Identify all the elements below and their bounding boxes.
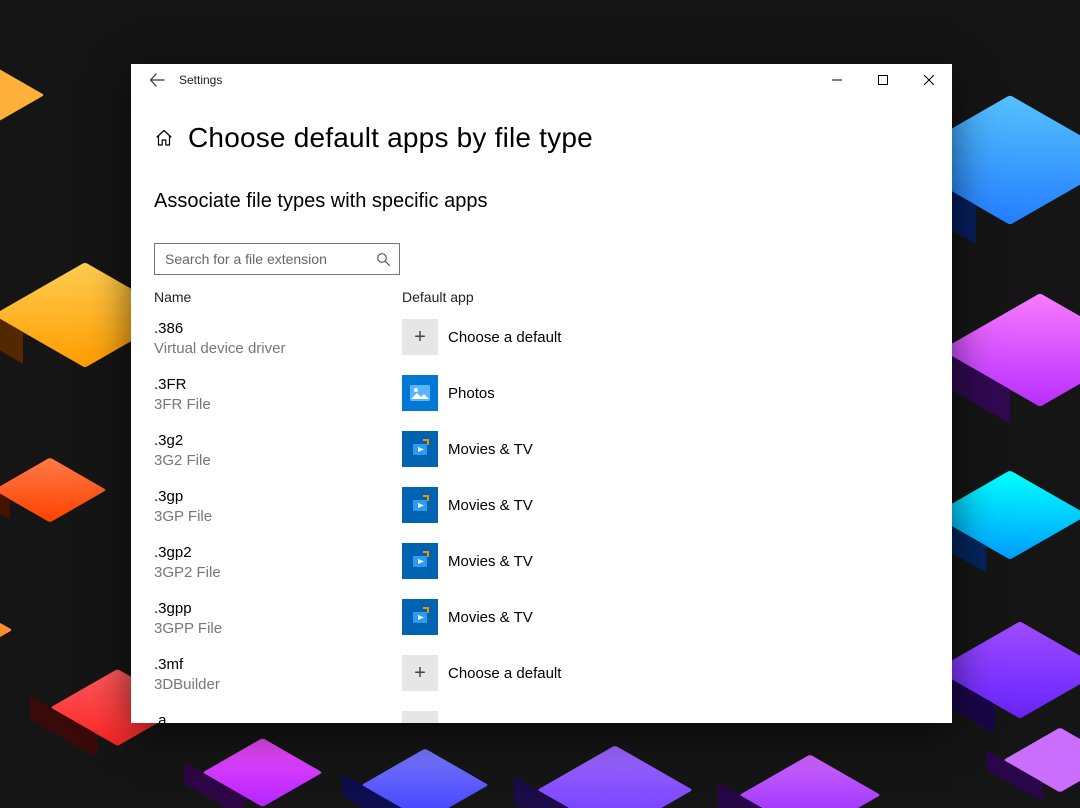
file-extension: .3gp — [154, 487, 402, 507]
default-app-button[interactable]: Movies & TV — [402, 543, 533, 579]
minimize-icon — [832, 75, 842, 85]
settings-window: Settings Choose default apps by file typ… — [131, 64, 952, 723]
column-name-header: Name — [154, 289, 402, 305]
default-app-label: Choose a default — [448, 721, 561, 724]
search-input[interactable] — [165, 251, 376, 267]
default-app-button[interactable]: + Choose a default — [402, 655, 561, 691]
default-app-label: Movies & TV — [448, 609, 533, 626]
file-type-cell: .3gpp3GPP File — [154, 599, 402, 639]
movies-tv-app-icon — [402, 599, 438, 635]
file-extension: .3FR — [154, 375, 402, 395]
movies-tv-app-icon — [402, 431, 438, 467]
file-type-row: .3gp3GP File Movies & TV — [154, 483, 929, 539]
default-app-button[interactable]: Movies & TV — [402, 599, 533, 635]
columns-header: Name Default app — [154, 289, 929, 305]
file-type-description: 3GPP File — [154, 619, 402, 639]
default-app-label: Choose a default — [448, 329, 561, 346]
file-type-cell: .3g23G2 File — [154, 431, 402, 471]
maximize-icon — [878, 75, 888, 85]
close-button[interactable] — [906, 64, 952, 96]
file-type-cell: .386Virtual device driver — [154, 319, 402, 359]
file-type-cell: .3FR3FR File — [154, 375, 402, 415]
page-title: Choose default apps by file type — [188, 122, 593, 154]
file-type-description: Virtual device driver — [154, 339, 402, 359]
default-app-button[interactable]: + Choose a default — [402, 711, 561, 723]
photos-app-icon — [402, 375, 438, 411]
default-app-button[interactable]: Movies & TV — [402, 487, 533, 523]
plus-icon: + — [402, 711, 438, 723]
plus-icon: + — [402, 655, 438, 691]
default-app-label: Movies & TV — [448, 553, 533, 570]
file-type-cell: .3mf3DBuilder — [154, 655, 402, 695]
file-extension: .386 — [154, 319, 402, 339]
file-extension: .3g2 — [154, 431, 402, 451]
file-type-row: .3mf3DBuilder+ Choose a default — [154, 651, 929, 707]
search-box[interactable] — [154, 243, 400, 275]
file-type-row: .3gpp3GPP File Movies & TV — [154, 595, 929, 651]
window-title: Settings — [179, 73, 222, 87]
default-app-label: Choose a default — [448, 665, 561, 682]
home-icon — [155, 129, 173, 147]
movies-tv-app-icon — [402, 543, 438, 579]
file-type-description: 3GP File — [154, 507, 402, 527]
file-type-row: .386Virtual device driver+ Choose a defau… — [154, 315, 929, 371]
file-type-cell: .3gp3GP File — [154, 487, 402, 527]
default-app-label: Photos — [448, 385, 495, 402]
plus-icon: + — [402, 319, 438, 355]
file-type-description: 3DBuilder — [154, 675, 402, 695]
minimize-button[interactable] — [814, 64, 860, 96]
file-type-cell: .aA File — [154, 711, 402, 723]
file-type-row: .3FR3FR File Photos — [154, 371, 929, 427]
section-title: Associate file types with specific apps — [154, 190, 929, 213]
default-app-label: Movies & TV — [448, 497, 533, 514]
default-app-button[interactable]: + Choose a default — [402, 319, 561, 355]
default-app-button[interactable]: Movies & TV — [402, 431, 533, 467]
file-type-row: .3gp23GP2 File Movies & TV — [154, 539, 929, 595]
file-type-cell: .3gp23GP2 File — [154, 543, 402, 583]
file-type-description: 3G2 File — [154, 451, 402, 471]
movies-tv-app-icon — [402, 487, 438, 523]
file-type-description: 3FR File — [154, 395, 402, 415]
default-app-button[interactable]: Photos — [402, 375, 495, 411]
column-default-app-header: Default app — [402, 289, 929, 305]
close-icon — [924, 75, 934, 85]
maximize-button[interactable] — [860, 64, 906, 96]
file-extension: .3gp2 — [154, 543, 402, 563]
home-button[interactable] — [154, 128, 174, 148]
titlebar: Settings — [131, 64, 952, 96]
file-extension: .3gpp — [154, 599, 402, 619]
file-extension: .a — [154, 711, 402, 723]
file-type-row: .aA File+ Choose a default — [154, 707, 929, 723]
default-app-label: Movies & TV — [448, 441, 533, 458]
arrow-left-icon — [149, 72, 165, 88]
search-icon — [376, 252, 391, 267]
file-extension: .3mf — [154, 655, 402, 675]
file-type-row: .3g23G2 File Movies & TV — [154, 427, 929, 483]
content-area: Choose default apps by file type Associa… — [131, 96, 952, 723]
file-type-list: .386Virtual device driver+Choose a defau… — [154, 315, 929, 723]
file-type-description: 3GP2 File — [154, 563, 402, 583]
back-button[interactable] — [137, 64, 177, 96]
